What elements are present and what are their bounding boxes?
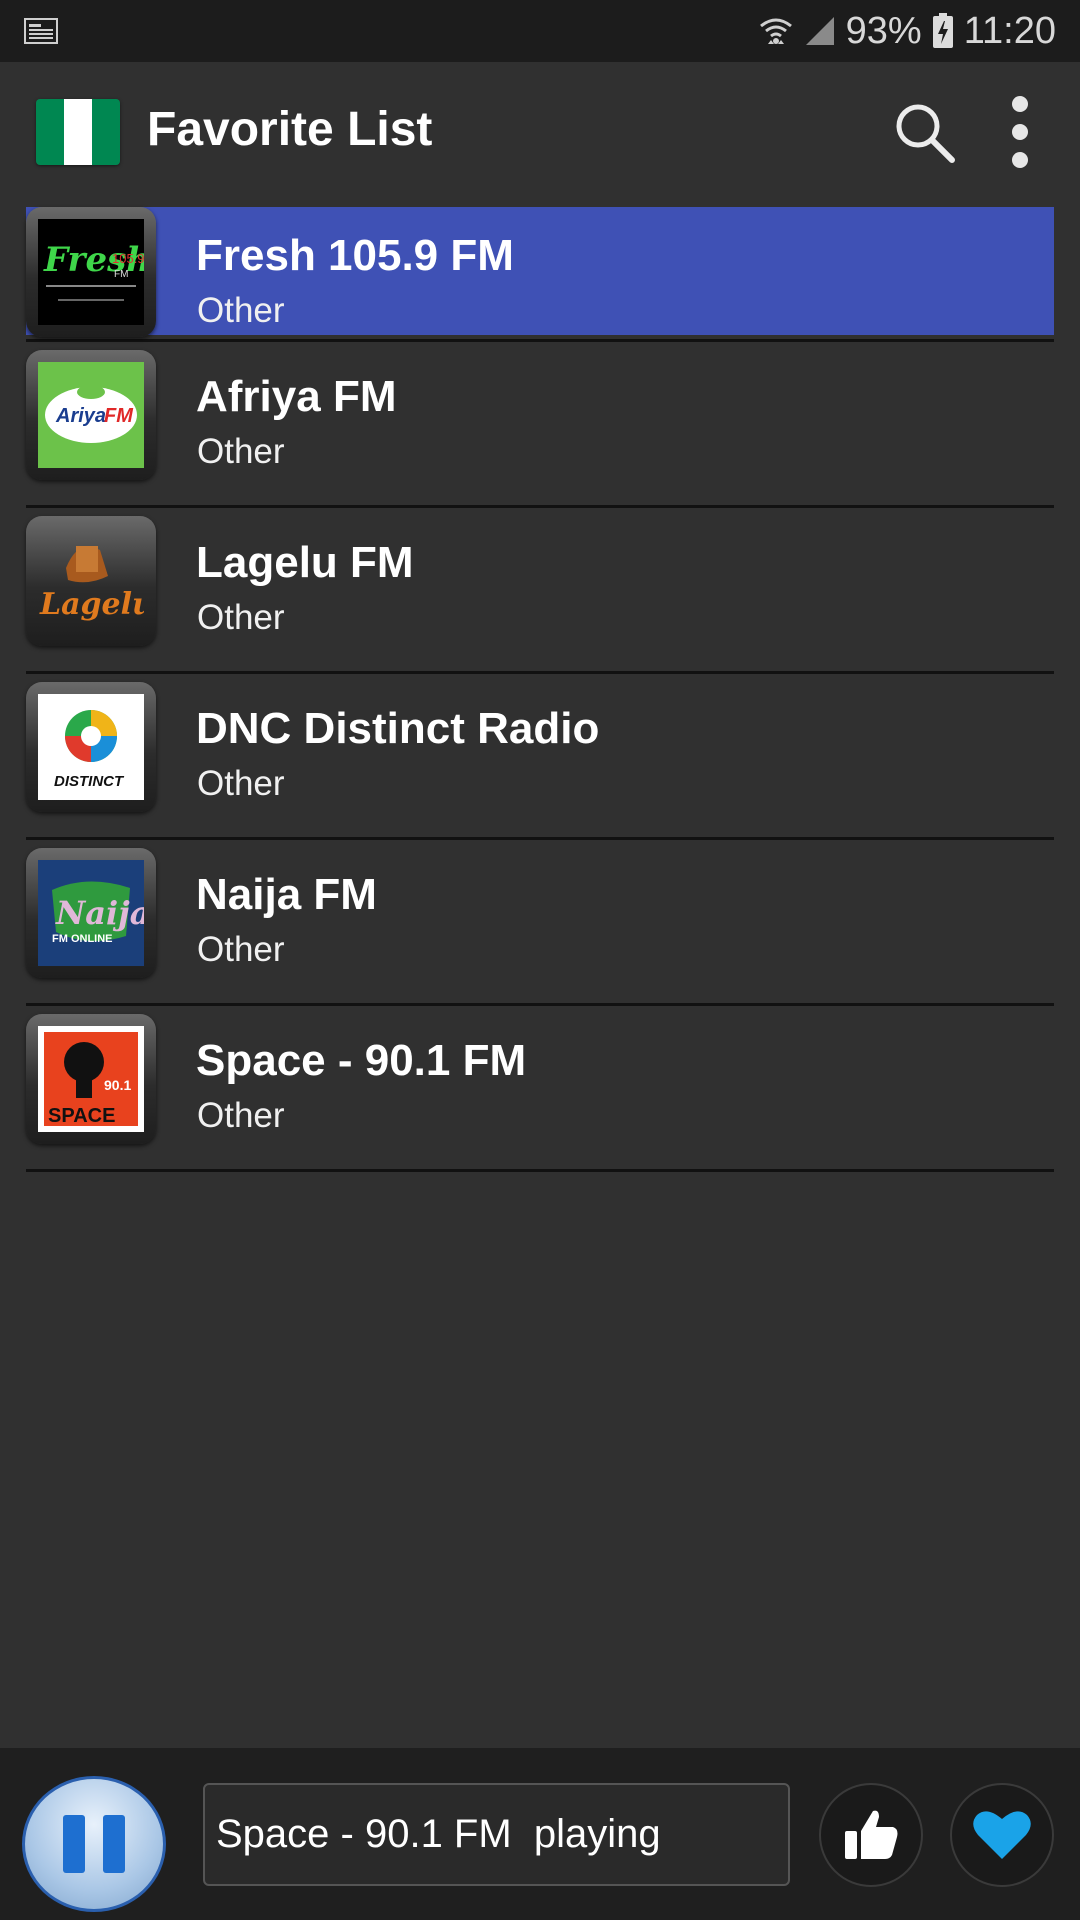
like-button[interactable] (819, 1783, 923, 1887)
svg-text:Naija: Naija (55, 894, 144, 932)
svg-text:FM ONLINE: FM ONLINE (52, 933, 113, 945)
fresh-fm-logo: Fresh 105.9 FM (26, 207, 156, 337)
station-name: Lagelu FM (196, 538, 414, 587)
list-item[interactable]: Fresh 105.9 FM Fresh 105.9 FM Other (26, 207, 1054, 342)
battery-percent: 93% (845, 9, 922, 52)
svg-text:105.9: 105.9 (112, 251, 144, 266)
favorite-button[interactable] (950, 1783, 1054, 1887)
station-genre: Other (197, 291, 285, 330)
station-genre: Other (197, 764, 285, 803)
clock: 11:20 (963, 9, 1056, 52)
station-name: Naija FM (196, 870, 377, 919)
status-bar: 93% 11:20 (0, 0, 1080, 62)
list-item[interactable]: Lagelu Lagelu FM Other (26, 508, 1054, 674)
list-item[interactable]: Naija FM ONLINE Naija FM Other (26, 840, 1054, 1006)
space-fm-logo: 90.1 SPACE (26, 1014, 156, 1144)
thumbs-up-icon (845, 1810, 898, 1859)
cellular-signal-icon (804, 15, 836, 47)
station-genre: Other (197, 930, 285, 969)
search-icon[interactable] (890, 98, 960, 168)
station-genre: Other (197, 1096, 285, 1135)
more-vert-icon[interactable] (1000, 92, 1040, 172)
svg-text:FM: FM (104, 405, 134, 427)
list-item[interactable]: DISTINCT DNC Distinct Radio Other (26, 674, 1054, 840)
battery-charging-icon (932, 13, 954, 49)
lagelu-fm-logo: Lagelu (26, 516, 156, 646)
svg-text:SPACE: SPACE (48, 1105, 115, 1127)
station-genre: Other (197, 432, 285, 471)
heart-icon (973, 1811, 1031, 1859)
selected-row-highlight (26, 207, 1054, 335)
pause-button[interactable] (22, 1776, 166, 1912)
afriya-fm-logo: Ariya FM (26, 350, 156, 480)
svg-text:FM: FM (114, 269, 128, 280)
page-title: Favorite List (147, 103, 433, 156)
station-list: Fresh 105.9 FM Fresh 105.9 FM Other Ariya F… (26, 207, 1054, 1172)
station-name: Afriya FM (196, 372, 397, 421)
news-icon (24, 18, 58, 44)
list-item[interactable]: Ariya FM Afriya FM Other (26, 342, 1054, 508)
station-name: Space - 90.1 FM (196, 1036, 527, 1085)
station-name: Fresh 105.9 FM (196, 231, 514, 280)
station-genre: Other (197, 598, 285, 637)
pause-icon (63, 1815, 85, 1873)
svg-text:DISTINCT: DISTINCT (54, 773, 125, 790)
svg-text:90.1: 90.1 (104, 1077, 131, 1093)
naija-fm-logo: Naija FM ONLINE (26, 848, 156, 978)
distinct-radio-logo: DISTINCT (26, 682, 156, 812)
station-name: DNC Distinct Radio (196, 704, 600, 753)
svg-text:Lagelu: Lagelu (39, 587, 144, 622)
app-bar: Favorite List (0, 62, 1080, 202)
svg-text:Ariya: Ariya (55, 405, 106, 427)
nigeria-flag-icon[interactable] (36, 99, 120, 165)
wifi-icon (758, 14, 794, 48)
now-playing-field[interactable]: Space - 90.1 FM playing (203, 1783, 790, 1886)
player-bar: Space - 90.1 FM playing (0, 1748, 1080, 1920)
list-item[interactable]: 90.1 SPACE Space - 90.1 FM Other (26, 1006, 1054, 1172)
